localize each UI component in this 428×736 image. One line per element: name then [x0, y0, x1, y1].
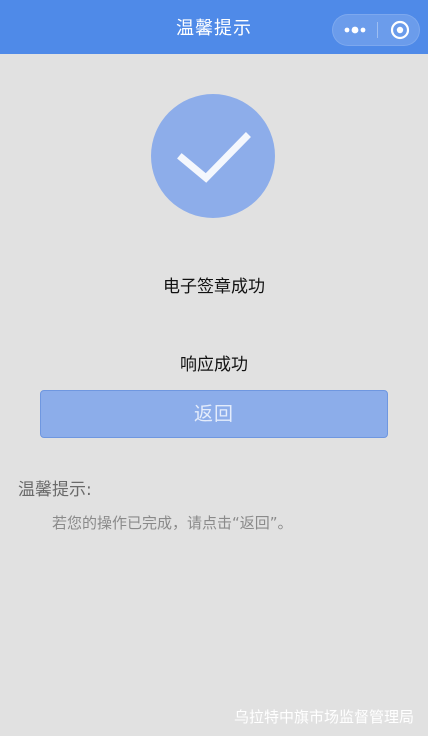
tips-title: 温馨提示:: [18, 480, 92, 500]
return-button[interactable]: 返回: [40, 390, 388, 438]
more-dots-icon: [344, 26, 366, 34]
organization-footer: 乌拉特中旗市场监督管理局: [233, 708, 414, 726]
response-success-message: 响应成功: [180, 355, 248, 375]
navigation-bar: 温馨提示: [0, 0, 428, 54]
close-mini-program-button[interactable]: [378, 15, 420, 45]
signature-success-message: 电子签章成功: [163, 277, 265, 297]
success-indicator: [151, 94, 275, 218]
mini-program-capsule: [332, 14, 420, 46]
circle-close-icon: [390, 20, 410, 40]
more-button[interactable]: [333, 15, 377, 45]
tips-body: 若您的操作已完成，请点击“返回”。: [52, 514, 293, 532]
checkmark-icon: [177, 132, 251, 183]
